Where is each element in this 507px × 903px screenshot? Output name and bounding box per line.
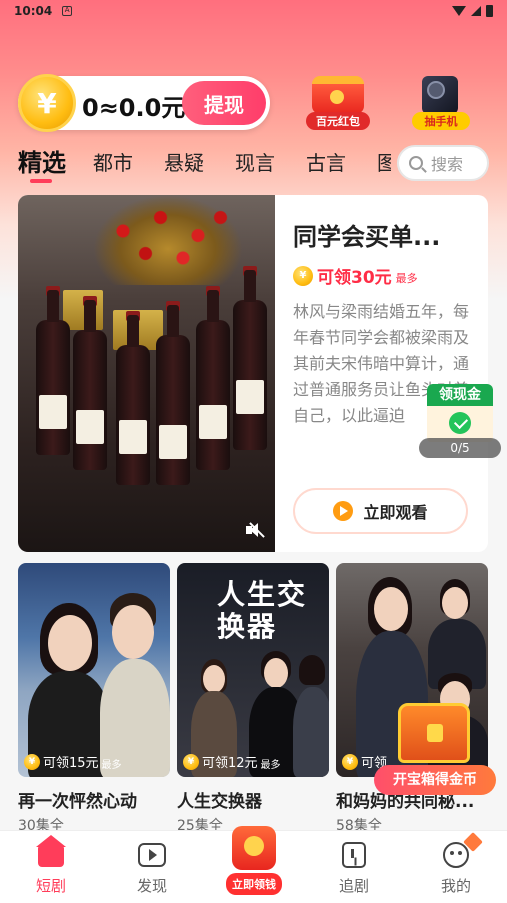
coin-icon: ¥ [18,74,76,132]
treasure-chest-widget[interactable]: 开宝箱得金币 [374,703,496,795]
featured-reward-max: 最多 [395,271,418,285]
featured-reward: ¥ 可领30元 最多 [293,263,418,288]
featured-video-thumbnail[interactable] [18,195,275,552]
home-icon [36,835,66,867]
nav-item-mine[interactable]: 我的 [426,832,486,896]
person-hair [299,655,325,685]
nav-item-duanju[interactable]: 短剧 [21,835,81,896]
status-bar: 10:04 A [0,0,507,22]
drama-reward-max: 最多 [101,759,122,771]
poster-title-art: 人生交换器 [217,578,308,643]
search-placeholder: 搜索 [431,155,464,174]
person-face [264,658,288,688]
app-indicator-icon: A [62,6,73,16]
nav-label: 我的 [440,877,471,895]
wifi-icon [452,6,466,16]
person-face [203,665,225,693]
person-face [112,605,154,659]
tab-xuanyi[interactable]: 悬疑 [164,143,204,183]
coin-balance-pill[interactable]: ¥ 0≈0.0元 提现 [18,74,270,132]
coin-icon: ¥ [183,753,199,770]
tab-xianyan[interactable]: 现言 [235,143,275,183]
tab-jingxuan[interactable]: 精选 [18,143,66,183]
wine-bottle [36,286,70,455]
drama-reward-max: 最多 [260,759,281,771]
status-time: 10:04 [14,4,53,18]
coin-balance: 0≈0.0元 [82,94,186,122]
featured-drama-card[interactable]: 同学会买单... ¥ 可领30元 最多 林风与梁雨结婚五年，每年春节同学会都被梁… [18,195,488,552]
claim-cash-widget[interactable]: 领现金 0/5 [419,384,501,460]
claim-cash-progress: 0/5 [419,438,501,458]
discover-icon [138,843,166,867]
person-face [442,587,468,619]
wine-bottle [73,296,107,470]
earn-money-icon [232,826,276,870]
coin-icon: ¥ [342,753,358,770]
bookmark-icon [342,842,366,868]
active-tab-indicator [30,179,52,183]
withdraw-button[interactable]: 提现 [182,81,266,125]
drama-card[interactable]: 人生交换器 ¥ 可领12元 最多 人生交换器 25集全 [177,563,329,835]
coin-icon: ¥ [293,265,313,286]
person-face [48,615,92,671]
person-face [374,587,408,631]
signal-icon [471,6,481,16]
drama-reward-amount: 可领15元 [43,756,99,771]
tab-dushi[interactable]: 都市 [93,143,133,183]
nav-label: 立即领钱 [226,873,282,895]
play-icon [333,501,354,521]
phone-prize-promo[interactable]: 抽手机 [412,76,470,130]
wine-bottle [116,311,150,485]
featured-reward-amount: 可领30元 [317,268,392,288]
drama-reward-amount: 可领12元 [202,756,258,771]
tab-partial[interactable]: 图 [377,143,391,183]
person-body [293,687,329,777]
treasure-chest-icon [398,703,470,763]
wine-bottle [156,301,190,485]
search-button[interactable]: 搜索 [397,145,489,181]
decoration-berries [93,195,243,285]
open-chest-button[interactable]: 开宝箱得金币 [374,765,496,795]
drama-poster[interactable]: 人生交换器 ¥ 可领12元 最多 [177,563,329,777]
bottom-navigation: 短剧 发现 立即领钱 追剧 我的 [0,826,507,903]
watch-now-label: 立即观看 [363,503,428,522]
tab-guyan[interactable]: 古言 [306,143,346,183]
nav-label: 追剧 [338,877,369,895]
cash-check-icon [427,406,493,442]
red-packet-icon [312,76,364,114]
featured-title: 同学会买单... [293,223,441,251]
drama-reward: ¥ 可领15元 最多 [24,752,122,771]
search-icon [409,156,423,170]
nav-item-discover[interactable]: 发现 [122,839,182,896]
coin-icon: ¥ [24,753,40,770]
drama-reward: ¥ 可领12元 最多 [183,752,281,771]
nav-item-earn[interactable]: 立即领钱 [216,826,292,895]
drama-title: 人生交换器 [177,792,262,812]
drama-title: 再一次怦然心动 [18,792,137,812]
battery-icon [486,5,493,17]
red-packet-label: 百元红包 [306,112,370,130]
red-packet-promo[interactable]: 百元红包 [306,76,370,130]
profile-icon [443,842,469,868]
watch-now-button[interactable]: 立即观看 [293,488,468,534]
claim-cash-title: 领现金 [427,384,493,406]
nav-label: 发现 [136,877,167,895]
nav-label: 短剧 [35,877,66,895]
drama-poster[interactable]: ¥ 可领15元 最多 [18,563,170,777]
phone-prize-icon [422,76,458,114]
nav-item-follow[interactable]: 追剧 [324,839,384,896]
wine-bottle [233,266,267,450]
wine-bottle [196,286,230,470]
phone-prize-label: 抽手机 [412,112,470,130]
drama-card[interactable]: ¥ 可领15元 最多 再一次怦然心动 30集全 [18,563,170,835]
